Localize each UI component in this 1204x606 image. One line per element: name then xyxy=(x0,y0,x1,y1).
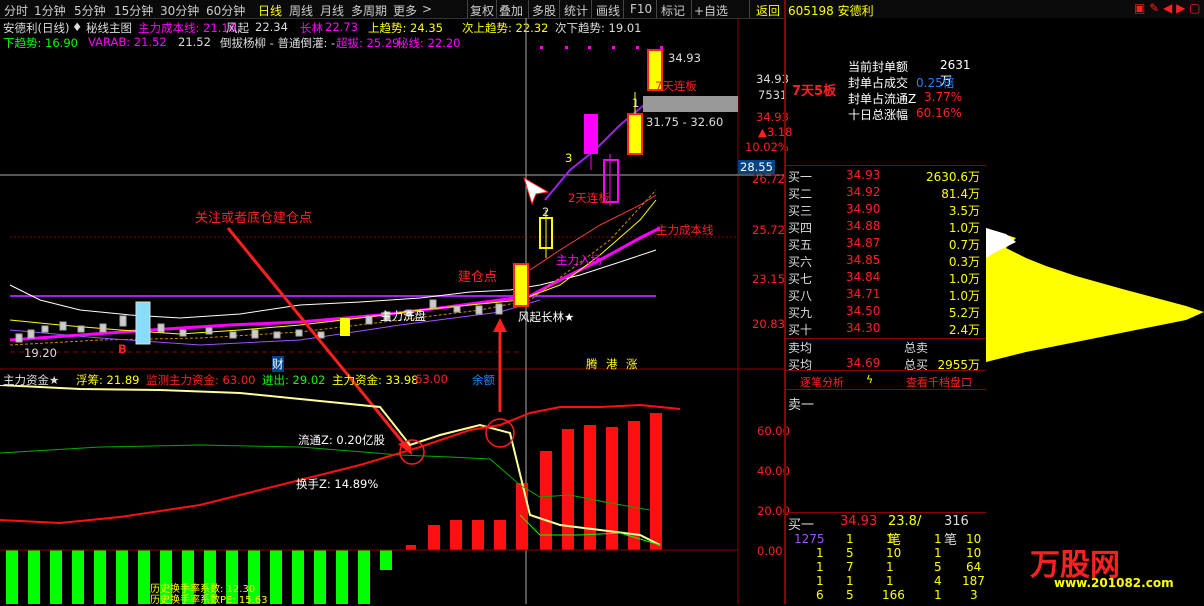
low-price-label: 19.20 xyxy=(24,346,57,360)
bid-row-9: 买九 34.50 5.2万 xyxy=(788,304,980,320)
liutong-label: 流通Z: 0.20亿股 xyxy=(298,433,386,447)
quote-header: 605198 安德利 ▣ ✎ ◀ ▶ ▢ xyxy=(786,0,1204,18)
stat-value: 3.77% xyxy=(924,90,963,104)
stat-label: 封单占流通Z xyxy=(848,92,917,106)
b-marker: B xyxy=(118,342,127,356)
sell-one-label: 卖一 xyxy=(788,398,815,413)
avg-sell-row: 卖均 总卖 xyxy=(788,341,929,355)
queue-row: 1 7 1 5 64 xyxy=(816,560,982,574)
build-position-label: 建仓点 xyxy=(458,270,498,285)
lightning-icon: ϟ xyxy=(866,373,874,386)
price-axis-2672: 26.72 xyxy=(752,172,785,186)
price-axis-2083: 20.83 xyxy=(752,317,785,331)
thousand-level-link[interactable]: 查看千档盘口 xyxy=(906,374,972,390)
queue-row: 1 1 1 4 187 xyxy=(816,574,985,588)
range-label: 31.75 - 32.60 xyxy=(646,115,724,129)
cai-badge: 财 xyxy=(272,356,284,372)
marker-1: 1 xyxy=(632,96,640,110)
fengqi-changlin-label: 风起长林★ xyxy=(518,310,575,324)
stat-label: 封单占成交 xyxy=(848,76,909,90)
volume-label: 7531 xyxy=(758,88,788,102)
main-cost-line-label: 主力成本线 xyxy=(656,223,714,237)
bid-row-10: 买十 34.30 2.4万 xyxy=(788,321,980,337)
stat-value: 60.16% xyxy=(916,106,962,120)
change-label: ▲3.18 xyxy=(758,125,793,139)
marker-2: 2 xyxy=(542,205,550,219)
queue-table: 1275 1 1 1 10 1 5 10 1 10 1 7 1 5 64 1 1 1 4 187 6 5 166 1 3 xyxy=(786,532,986,602)
fund-flow-chart[interactable] xyxy=(0,385,738,604)
bid-row-1: 买一 34.93 2630.6万 xyxy=(788,168,980,184)
teng-badge: 腾 xyxy=(586,357,598,371)
bid-row-2: 买二 34.92 81.4万 xyxy=(788,185,980,201)
lianban-2-label: 2天连板 xyxy=(568,191,610,205)
price-axis-2315: 23.15 xyxy=(752,272,785,286)
stat-value: 0.25倍 xyxy=(916,76,955,90)
bid-row-5: 买五 34.87 0.7万 xyxy=(788,236,980,252)
axis-0: 0.00 xyxy=(757,544,783,558)
stat-label: 十日总涨幅 xyxy=(848,108,909,122)
board-count: 7天5板 xyxy=(792,84,837,99)
bid-row-6: 买六 34.85 0.3万 xyxy=(788,253,980,269)
queue-row: 6 5 166 1 3 xyxy=(816,588,978,602)
annotation-watch-label: 关注或者底仓建仓点 xyxy=(195,211,313,226)
huanshou-label: 换手Z: 14.89% xyxy=(296,477,379,491)
value-6300: 63.00 xyxy=(415,372,448,386)
lianban-7-label: 7天连板 xyxy=(655,79,697,93)
queue-row: 1275 1 1 1 10 xyxy=(794,532,982,546)
bid-book: 买一 34.93 2630.6万 买二 34.92 81.4万 买三 34.90 3.5万 … xyxy=(786,168,986,373)
tick-analysis-link[interactable]: 逐笔分析 xyxy=(800,374,844,390)
zhang-badge: 涨 xyxy=(626,357,638,371)
bid-row-7: 买七 34.84 1.0万 xyxy=(788,270,980,286)
seal-stats: 当前封单额 2631万 封单占成交 0.25倍 封单占流通Z 3.77% 十日总涨幅 6… xyxy=(848,58,978,122)
percent-label: 10.02% xyxy=(745,140,789,154)
stock-code-name: 605198 安德利 xyxy=(788,4,874,18)
quote-tool-icons[interactable]: ▣ ✎ ◀ ▶ ▢ xyxy=(1134,1,1200,15)
main-enter-label: 主力入场 xyxy=(556,253,602,267)
main-wash-label: 主力洗盘 xyxy=(380,309,426,323)
queue-row: 1 5 10 1 10 xyxy=(816,546,982,560)
buy-one-queue-header: 买一 34.93 23.8/笔 316笔 xyxy=(788,514,969,548)
bid-row-8: 买八 34.71 1.0万 xyxy=(788,287,980,303)
stat-label: 当前封单额 xyxy=(848,60,909,74)
volume-profile xyxy=(986,228,1204,362)
bid-row-4: 买四 34.88 1.0万 xyxy=(788,219,980,235)
gang-badge: 港 xyxy=(606,357,618,371)
marker-3: 3 xyxy=(565,151,573,165)
price-label-top: 34.93 xyxy=(668,51,701,65)
watermark-url: www.201082.com xyxy=(1054,576,1174,590)
bid-row-3: 买三 34.90 3.5万 xyxy=(788,202,980,218)
price-axis-2572: 25.72 xyxy=(752,223,785,237)
